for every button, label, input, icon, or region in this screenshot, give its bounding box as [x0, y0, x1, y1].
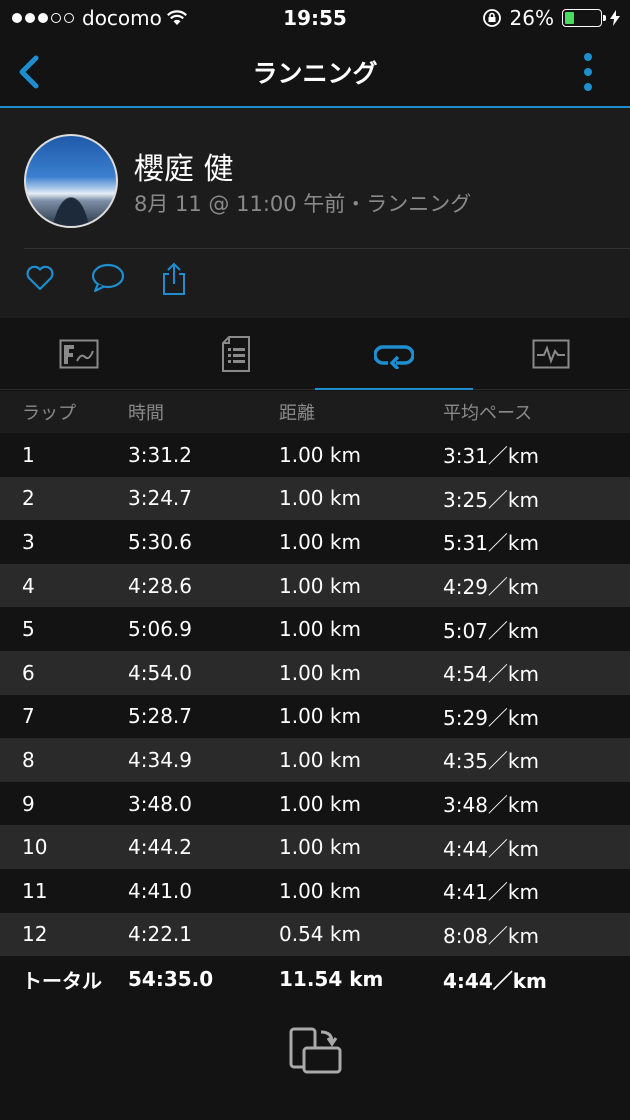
comment-icon[interactable]: [90, 262, 126, 294]
lap-distance: 1.00 km: [279, 660, 361, 685]
lap-number: 3: [22, 529, 35, 554]
activity-header: 櫻庭 健 8月 11 @ 11:00 午前・ランニング: [0, 108, 630, 318]
battery-percent: 26%: [509, 6, 554, 30]
lap-distance: 1.00 km: [279, 529, 361, 554]
table-header: ラップ 時間 距離 平均ペース: [0, 391, 630, 433]
charts-icon: [532, 339, 570, 368]
table-row: 4 4:28.6 1.00 km 4:29／km: [0, 563, 630, 608]
lap-distance: 1.00 km: [279, 442, 361, 467]
lap-number: 11: [22, 878, 48, 903]
tab-details[interactable]: [158, 318, 316, 389]
lap-distance: 1.00 km: [279, 617, 361, 642]
lap-pace: 4:35／km: [443, 749, 539, 774]
lap-pace: 5:31／km: [443, 531, 539, 556]
header-distance: 距離: [279, 403, 315, 424]
user-name: 櫻庭 健: [134, 152, 234, 187]
lap-distance: 1.00 km: [279, 486, 361, 511]
lap-time: 5:30.6: [128, 529, 192, 554]
tab-laps[interactable]: [315, 318, 473, 390]
lap-number: 4: [22, 573, 35, 598]
lap-distance: 1.00 km: [279, 835, 361, 860]
tab-map[interactable]: [0, 318, 158, 389]
lap-number: 2: [22, 486, 35, 511]
table-row: 8 4:34.9 1.00 km 4:35／km: [0, 738, 630, 782]
lap-pace: 4:44／km: [443, 836, 539, 861]
lap-distance: 1.00 km: [279, 573, 361, 598]
lap-time: 4:44.2: [128, 835, 192, 860]
lap-distance: 0.54 km: [279, 922, 361, 947]
total-label: トータル: [22, 968, 102, 993]
lap-pace: 8:08／km: [443, 923, 539, 948]
lap-pace: 4:29／km: [443, 575, 539, 600]
table-row: 11 4:41.0 1.00 km 4:41／km: [0, 868, 630, 913]
lap-pace: 3:31／km: [443, 444, 539, 469]
lap-number: 6: [22, 660, 35, 685]
share-icon[interactable]: [160, 262, 188, 296]
lap-time: 4:28.6: [128, 573, 192, 598]
table-row: 5 5:06.9 1.00 km 5:07／km: [0, 607, 630, 651]
lap-pace: 3:48／km: [443, 793, 539, 818]
page-title: ランニング: [252, 59, 378, 88]
lap-pace: 4:54／km: [443, 662, 539, 687]
lap-time: 3:24.7: [128, 486, 192, 511]
lap-time: 4:34.9: [128, 747, 192, 772]
status-bar: docomo 19:55 26%: [0, 0, 630, 36]
laps-table: ラップ 時間 距離 平均ペース 1 3:31.2 1.00 km 3:31／km 2 3:…: [0, 391, 630, 1003]
lap-number: 10: [22, 835, 48, 860]
orientation-lock-icon: [482, 9, 501, 27]
lap-time: 4:54.0: [128, 660, 192, 685]
activity-tabs: [0, 318, 630, 390]
total-pace: 4:44／km: [443, 968, 547, 993]
social-actions: [24, 262, 188, 296]
lap-time: 3:48.0: [128, 791, 192, 816]
table-row: 3 5:30.6 1.00 km 5:31／km: [0, 520, 630, 564]
lap-number: 8: [22, 747, 35, 772]
table-row: 2 3:24.7 1.00 km 3:25／km: [0, 476, 630, 521]
table-row: 7 5:28.7 1.00 km 5:29／km: [0, 694, 630, 739]
charging-icon: [610, 10, 620, 26]
lap-number: 9: [22, 791, 35, 816]
lap-pace: 5:29／km: [443, 705, 539, 730]
lap-pace: 5:07／km: [443, 618, 539, 643]
laps-icon: [373, 344, 414, 369]
lap-distance: 1.00 km: [279, 704, 361, 729]
lap-number: 1: [22, 442, 35, 467]
header-pace: 平均ペース: [443, 403, 533, 424]
lap-time: 3:31.2: [128, 442, 192, 467]
avatar[interactable]: [24, 134, 118, 228]
divider: [24, 248, 630, 249]
lap-number: 12: [22, 922, 48, 947]
lap-time: 5:06.9: [128, 617, 192, 642]
activity-meta: 8月 11 @ 11:00 午前・ランニング: [134, 192, 472, 216]
battery-icon: [562, 9, 606, 27]
lap-time: 4:41.0: [128, 878, 192, 903]
tab-charts[interactable]: [473, 318, 630, 389]
table-row: 12 4:22.1 0.54 km 8:08／km: [0, 912, 630, 957]
lap-distance: 1.00 km: [279, 878, 361, 903]
lap-time: 4:22.1: [128, 922, 192, 947]
heart-icon[interactable]: [24, 262, 56, 294]
map-icon: [59, 339, 99, 368]
table-row: 6 4:54.0 1.00 km 4:54／km: [0, 650, 630, 695]
details-icon: [222, 335, 251, 372]
table-row: 1 3:31.2 1.00 km 3:31／km: [0, 433, 630, 477]
rotate-screen-icon[interactable]: [288, 1026, 344, 1076]
lap-number: 5: [22, 617, 35, 642]
lap-pace: 4:41／km: [443, 880, 539, 905]
header-time: 時間: [128, 403, 164, 424]
table-row: 9 3:48.0 1.00 km 3:48／km: [0, 781, 630, 826]
lap-time: 5:28.7: [128, 704, 192, 729]
lap-distance: 1.00 km: [279, 747, 361, 772]
total-time: 54:35.0: [128, 967, 214, 992]
total-row: トータル 54:35.0 11.54 km 4:44／km: [0, 956, 630, 1003]
table-row: 10 4:44.2 1.00 km 4:44／km: [0, 825, 630, 869]
header-lap: ラップ: [22, 403, 76, 424]
lap-distance: 1.00 km: [279, 791, 361, 816]
status-right: 26%: [482, 6, 620, 30]
total-distance: 11.54 km: [279, 967, 384, 992]
lap-pace: 3:25／km: [443, 487, 539, 512]
more-vertical-icon[interactable]: [582, 52, 594, 92]
lap-number: 7: [22, 704, 35, 729]
navigation-bar: ランニング: [0, 36, 630, 108]
